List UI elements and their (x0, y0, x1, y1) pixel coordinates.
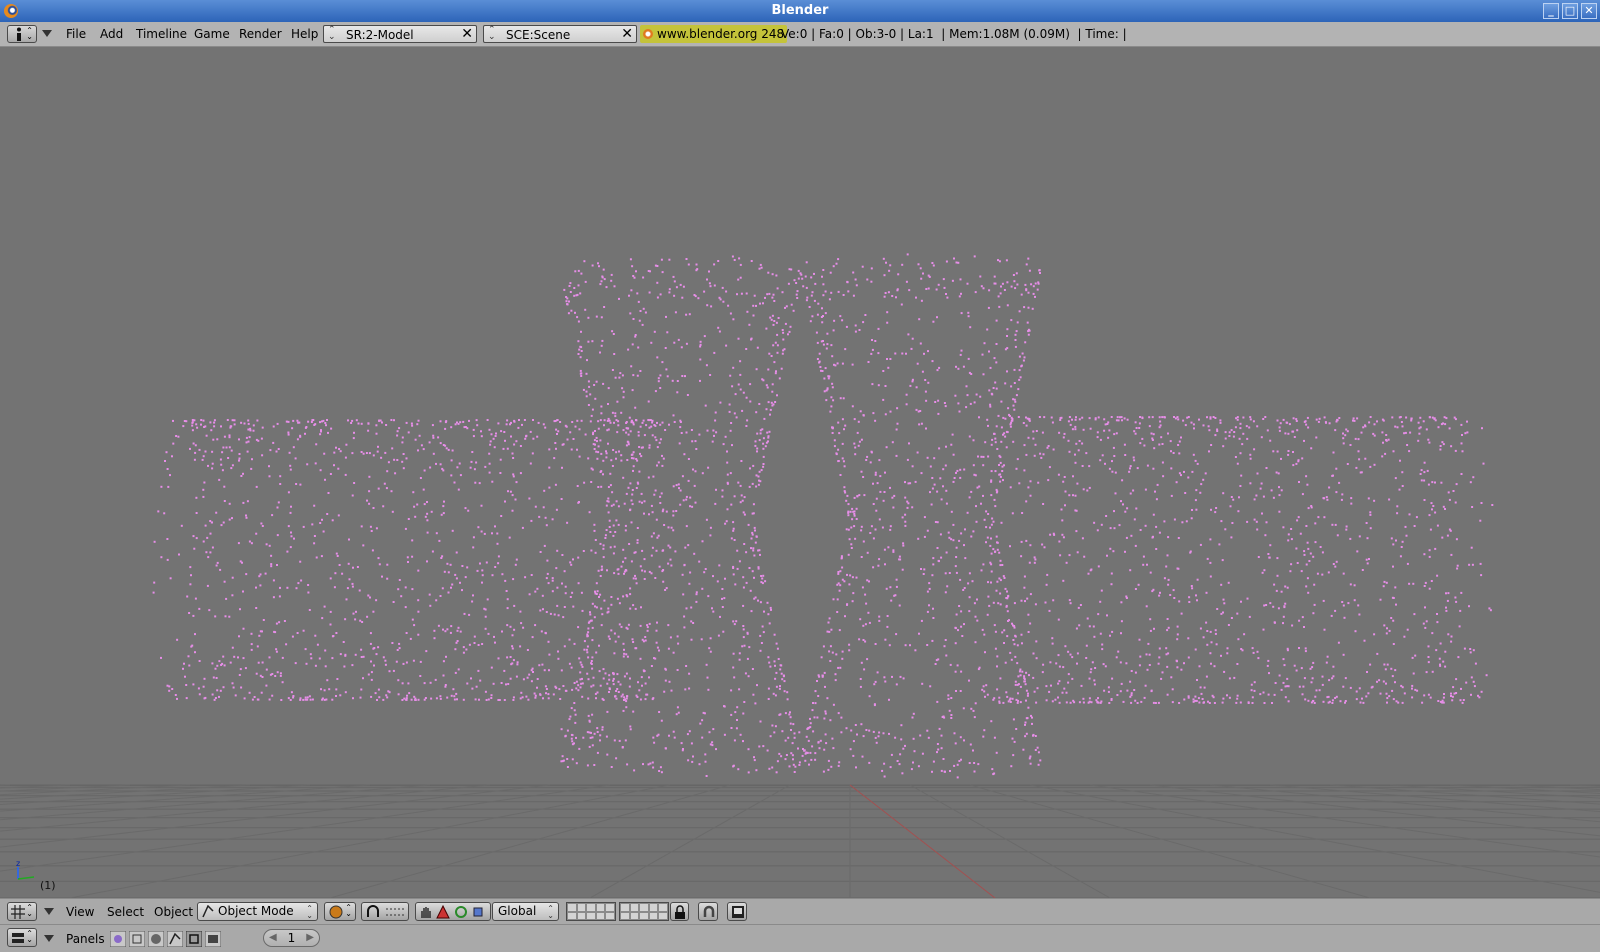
scene-selector[interactable]: ⌃ ⌄ SCE:Scene ✕ (483, 25, 637, 43)
logic-icon[interactable] (110, 931, 126, 947)
frame-indicator: (1) (40, 879, 56, 892)
current-frame-field[interactable]: ◀ 1 ▶ (263, 929, 320, 947)
menu-view[interactable]: View (66, 905, 94, 919)
scene-name[interactable]: SCE:Scene (506, 28, 570, 42)
collapse-menu-icon[interactable] (42, 30, 52, 38)
website-label[interactable]: www.blender.org 248 (657, 27, 784, 41)
pivot-icon (367, 905, 379, 917)
pivot-selector[interactable] (361, 902, 409, 921)
collapse-menu-icon[interactable] (44, 908, 54, 916)
editing-icon[interactable] (186, 931, 202, 947)
hand-icon[interactable] (419, 905, 433, 919)
menu-timeline[interactable]: Timeline (136, 27, 187, 41)
grid-icon (11, 905, 25, 919)
menu-select[interactable]: Select (107, 905, 144, 919)
manipulator-group (415, 902, 491, 921)
floor-grid (0, 784, 1600, 898)
scene-icon[interactable] (205, 931, 221, 947)
delete-scene-button[interactable]: ✕ (621, 26, 633, 42)
blender-logo-icon (643, 29, 653, 39)
menu-render[interactable]: Render (239, 27, 282, 41)
info-icon (17, 27, 21, 41)
delete-screen-button[interactable]: ✕ (461, 26, 473, 42)
buttons-window-icon (12, 933, 24, 943)
screen-selector[interactable]: ⌃ ⌄ SR:2-Model ✕ (323, 25, 477, 43)
scene-stats: Ve:0 | Fa:0 | Ob:3-0 | La:1 | Mem:1.08M … (781, 27, 1127, 41)
current-frame-value[interactable]: 1 (288, 931, 296, 945)
menu-file[interactable]: File (66, 27, 86, 41)
title-bar: Blender _ □ ✕ (0, 0, 1600, 22)
window-title: Blender (771, 3, 829, 18)
collapse-menu-icon[interactable] (44, 935, 54, 943)
context-buttons (109, 929, 225, 948)
menu-object[interactable]: Object (154, 905, 193, 919)
blender-website-link[interactable]: www.blender.org 248 (640, 25, 788, 43)
object-icon[interactable] (167, 931, 183, 947)
object-mode-icon (202, 905, 214, 918)
mode-selector[interactable]: Object Mode ⌃ ⌄ (197, 902, 318, 921)
3d-viewport[interactable]: z (1) (0, 47, 1600, 898)
screen-name[interactable]: SR:2-Model (346, 28, 414, 42)
view3d-editor-type-button[interactable]: ⌃ ⌄ (7, 902, 37, 921)
scale-icon[interactable] (472, 906, 484, 918)
axis-z-label: z (16, 859, 20, 868)
info-header: ⌃ ⌄ File Add Timeline Game Render Help ⌃ ⌄… (0, 22, 1600, 47)
magnet-icon (703, 905, 715, 917)
lock-icon (675, 905, 685, 919)
menu-add[interactable]: Add (100, 27, 123, 41)
render-preview-button[interactable] (727, 902, 747, 921)
mode-label[interactable]: Object Mode (218, 904, 294, 918)
menu-help[interactable]: Help (291, 27, 318, 41)
buttons-editor-type-button[interactable]: ⌃ ⌄ (7, 928, 37, 947)
view3d-header: ⌃ ⌄ View Select Object Object Mode ⌃ ⌄ ⌃ ⌄ (0, 898, 1600, 924)
layer-buttons-a[interactable] (566, 902, 616, 921)
orientation-label[interactable]: Global (498, 904, 536, 918)
draw-type-selector[interactable]: ⌃ ⌄ (324, 902, 356, 921)
script-icon[interactable] (129, 931, 145, 947)
menu-game[interactable]: Game (194, 27, 230, 41)
layer-buttons-b[interactable] (619, 902, 669, 921)
frame-increment-icon[interactable]: ▶ (306, 930, 314, 946)
shaded-sphere-icon (329, 905, 343, 919)
shading-icon[interactable] (148, 931, 164, 947)
particle-cloud (152, 253, 1494, 779)
maximize-button[interactable]: □ (1562, 3, 1578, 19)
render-icon (732, 906, 744, 918)
axis-gizmo-icon: z (16, 859, 35, 880)
translate-icon[interactable] (436, 905, 450, 919)
editor-type-button[interactable]: ⌃ ⌄ (7, 25, 37, 43)
lock-layers-button[interactable] (670, 902, 689, 921)
snap-icon (386, 908, 404, 916)
minimize-button[interactable]: _ (1543, 3, 1559, 19)
proportional-edit-button[interactable] (698, 902, 718, 921)
frame-decrement-icon[interactable]: ◀ (269, 930, 277, 946)
orientation-selector[interactable]: Global ⌃ ⌄ (492, 902, 559, 921)
viewport-canvas[interactable] (0, 47, 1600, 898)
panels-menu[interactable]: Panels (66, 932, 105, 946)
rotate-icon[interactable] (454, 905, 468, 919)
buttons-header: ⌃ ⌄ Panels ◀ 1 ▶ (0, 924, 1600, 952)
close-window-button[interactable]: ✕ (1581, 3, 1597, 19)
